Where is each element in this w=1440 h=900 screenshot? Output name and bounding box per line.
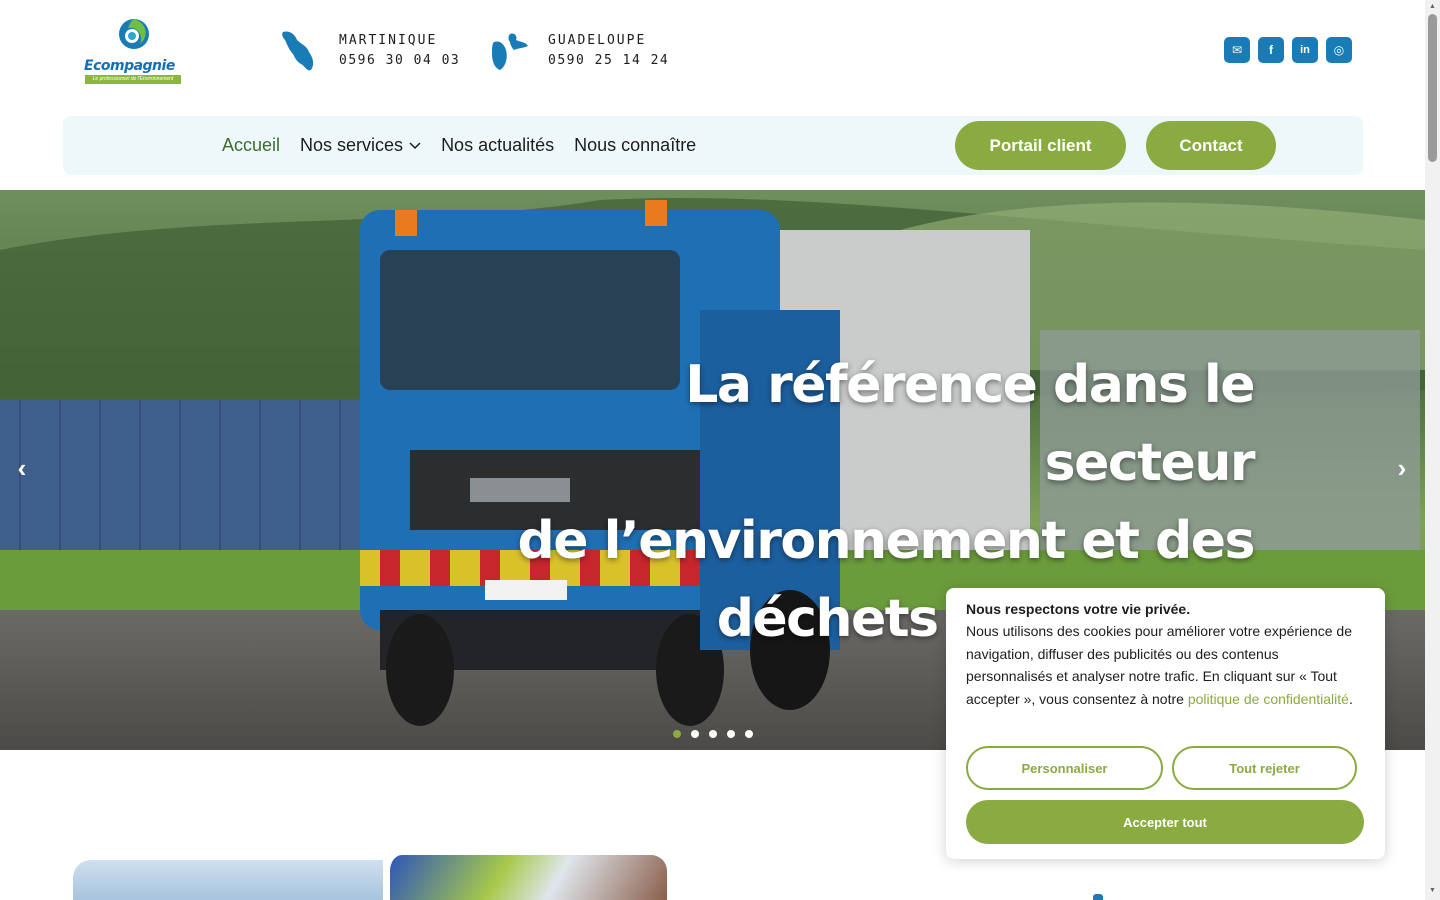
reject-all-button[interactable]: Tout rejeter [1172,746,1357,790]
cookie-body: Nous utilisons des cookies pour améliore… [966,620,1365,710]
nav-item-connaitre[interactable]: Nous connaître [574,135,696,156]
client-portal-button[interactable]: Portail client [955,121,1126,170]
linkedin-icon[interactable]: in [1292,37,1318,63]
instagram-icon[interactable]: ◎ [1326,37,1352,63]
nav-item-label: Nos services [300,135,404,155]
region-name: MARTINIQUE [339,33,438,48]
privacy-policy-link[interactable]: politique de confidentialité [1188,691,1349,707]
slider-prev-arrow-icon[interactable]: ‹ [10,455,34,481]
social-links: ✉ f in ◎ [1224,37,1352,63]
scroll-up-icon[interactable]: ▲ [1428,2,1437,12]
region-guadeloupe: GUADELOUPE 0590 25 14 24 [488,28,669,74]
site-header: Ecompagnie Le professionnel de l'Environ… [0,0,1425,110]
section-title-fragment [1093,894,1103,900]
accept-all-button[interactable]: Accepter tout [966,800,1364,844]
guadeloupe-island-icon [492,33,528,70]
scrollbar-thumb[interactable] [1428,14,1437,162]
region-martinique: MARTINIQUE 0596 30 04 03 [279,28,460,74]
facebook-icon[interactable]: f [1258,37,1284,63]
logo-wordmark: Ecompagnie [84,58,175,74]
nav-item-actualites[interactable]: Nos actualités [441,135,554,156]
slider-dot[interactable] [745,730,753,738]
region-phone[interactable]: 0590 25 14 24 [548,51,669,71]
scroll-down-icon[interactable]: ▼ [1428,886,1437,896]
martinique-island-icon [282,31,314,71]
hero-title-line: La référence dans le secteur [685,355,1255,493]
slider-dot[interactable] [673,730,681,738]
cookie-consent-banner: Nous respectons votre vie privée. Nous u… [946,588,1385,859]
region-phone[interactable]: 0596 30 04 03 [339,51,460,71]
nav-item-services[interactable]: Nos services [300,135,421,156]
photo-sky-crane [73,860,383,900]
cookie-body-end: . [1348,690,1353,707]
slider-dots [673,730,753,738]
contact-button[interactable]: Contact [1146,121,1276,170]
customize-cookies-button[interactable]: Personnaliser [966,746,1163,790]
chevron-down-icon [409,141,421,149]
region-name: GUADELOUPE [548,33,647,48]
slider-dot[interactable] [727,730,735,738]
logo-tagline: Le professionnel de l'Environnement [85,75,181,84]
page-scrollbar[interactable]: ▲ ▼ [1425,0,1440,900]
about-photos [73,855,667,900]
logo-swirl-icon [119,19,149,49]
hero-title-line: de l’environnement et des [517,511,1256,571]
main-nav: Accueil Nos services Nos actualités Nous… [63,116,1363,175]
slider-dot[interactable] [709,730,717,738]
nav-item-accueil[interactable]: Accueil [222,135,280,156]
slider-next-arrow-icon[interactable]: › [1390,455,1414,481]
slider-dot[interactable] [691,730,699,738]
brand-logo[interactable]: Ecompagnie Le professionnel de l'Environ… [84,14,184,86]
envelope-icon[interactable]: ✉ [1224,37,1250,63]
photo-worker [386,855,667,900]
cookie-title: Nous respectons votre vie privée. [966,601,1191,617]
